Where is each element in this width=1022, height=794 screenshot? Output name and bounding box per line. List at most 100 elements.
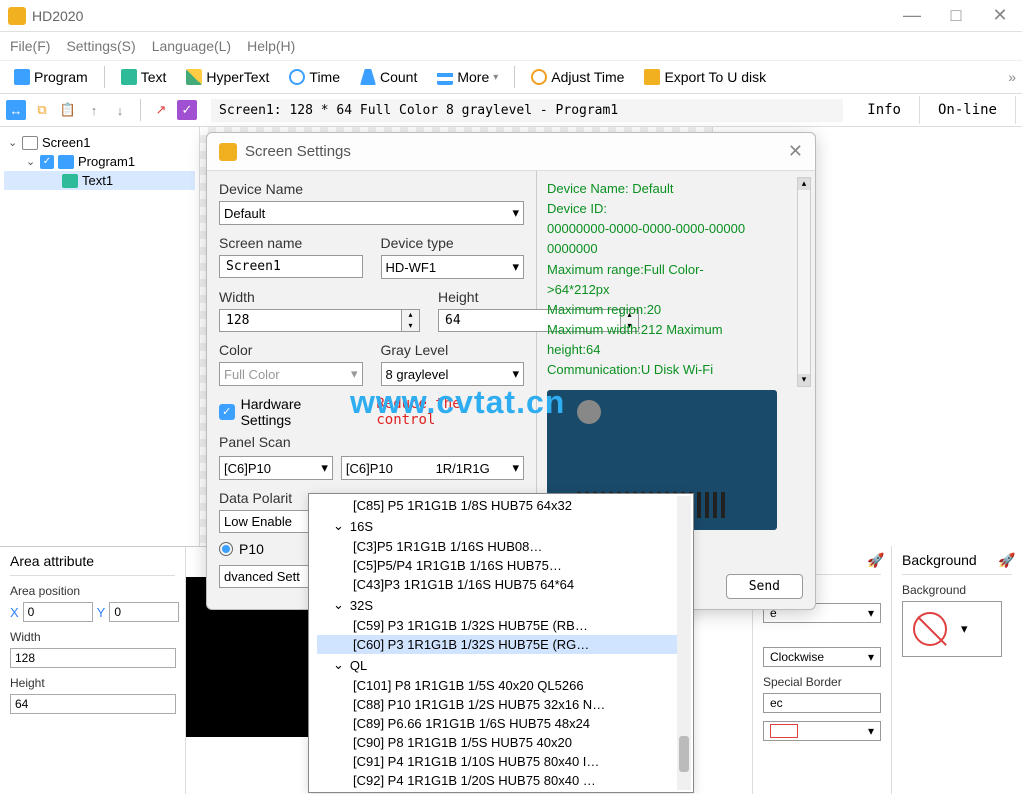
device-type-select[interactable]: HD-WF1▾ <box>381 255 525 279</box>
dd-group-ql[interactable]: ⌄QL <box>317 654 685 676</box>
dd-group-32s[interactable]: ⌄32S <box>317 594 685 616</box>
dd-item[interactable]: [C85] P5 1R1G1B 1/8S HUB75 64x32 <box>317 496 685 515</box>
tree-program[interactable]: ⌄ ✓ Program1 <box>4 152 195 171</box>
dd-item[interactable]: [C88] P10 1R1G1B 1/2S HUB75 32x16 N… <box>317 695 685 714</box>
menu-settings[interactable]: Settings(S) <box>66 38 135 54</box>
text-button[interactable]: Text <box>113 65 175 89</box>
close-button[interactable]: ✕ <box>986 5 1014 26</box>
area-attribute-title: Area attribute <box>10 553 94 569</box>
watermark: www.cvtat.cn <box>350 384 565 421</box>
dialog-close-button[interactable]: ✕ <box>788 141 803 162</box>
dd-item[interactable]: [C89] P6.66 1R1G1B 1/6S HUB75 48x24 <box>317 714 685 733</box>
dd-item[interactable]: [C91] P4 1R1G1B 1/10S HUB75 80x40 I… <box>317 752 685 771</box>
program-button[interactable]: Program <box>6 65 96 89</box>
dd-item[interactable]: [C93] P10 1R1G1B 1/4S HUB75 32x16 N… <box>317 790 685 793</box>
menu-help[interactable]: Help(H) <box>247 38 295 54</box>
screen-name-input[interactable] <box>219 255 363 278</box>
dd-item[interactable]: [C43]P3 1R1G1B 1/16S HUB75 64*64 <box>317 575 685 594</box>
tb2-exit[interactable]: ↗ <box>151 100 171 120</box>
chevron-down-icon[interactable]: ⌄ <box>26 155 36 168</box>
area-attribute-panel: Area attribute Area position X Y Width H… <box>0 547 186 794</box>
ec-select[interactable]: ec <box>763 693 881 713</box>
width-input[interactable] <box>10 648 176 668</box>
dd-item-selected[interactable]: [C60] P3 1R1G1B 1/32S HUB75E (RG… <box>317 635 685 654</box>
checkbox-icon[interactable]: ✓ <box>40 155 54 169</box>
device-name-label: Device Name <box>219 181 524 197</box>
dropdown-scrollbar[interactable] <box>677 496 691 790</box>
dd-item[interactable]: [C92] P4 1R1G1B 1/20S HUB75 80x40 … <box>317 771 685 790</box>
red-box-icon <box>770 724 798 738</box>
program-icon <box>14 69 30 85</box>
panel-scan-b-select[interactable]: [C6]P101R/1R1G▾ <box>341 456 524 480</box>
dd-group-16s[interactable]: ⌄16S <box>317 515 685 537</box>
send-button[interactable]: Send <box>726 574 803 599</box>
more-button[interactable]: More▾ <box>429 65 506 89</box>
dd-item[interactable]: [C90] P8 1R1G1B 1/5S HUB75 40x20 <box>317 733 685 752</box>
time-button[interactable]: Time <box>281 65 348 89</box>
dd-item[interactable]: [C5]P5/P4 1R1G1B 1/16S HUB75… <box>317 556 685 575</box>
app-title: HD2020 <box>32 8 898 24</box>
hardware-settings-label: Hardware Settings <box>241 396 353 428</box>
y-input[interactable] <box>109 602 179 622</box>
tb2-expand[interactable]: ↔ <box>6 100 26 120</box>
app-icon <box>8 7 26 25</box>
maximize-button[interactable]: □ <box>942 5 970 26</box>
program-icon <box>58 155 74 169</box>
dd-item[interactable]: [C3]P5 1R1G1B 1/16S HUB08… <box>317 537 685 556</box>
separator <box>140 99 141 121</box>
titlebar: HD2020 — □ ✕ <box>0 0 1022 32</box>
hypertext-button[interactable]: HyperText <box>178 65 277 89</box>
disk-icon <box>644 69 660 85</box>
count-button[interactable]: Count <box>352 65 425 89</box>
panel-scan-a-select[interactable]: [C6]P10▾ <box>219 456 333 480</box>
gray-label: Gray Level <box>381 342 525 358</box>
color-select[interactable]: Full Color▾ <box>219 362 363 386</box>
area-position-label: Area position <box>10 584 175 598</box>
clock-icon <box>289 69 305 85</box>
device-info-text: Device Name: Default Device ID: 00000000… <box>547 179 805 380</box>
gray-select[interactable]: 8 graylevel▾ <box>381 362 525 386</box>
panel-scan-dropdown[interactable]: [C85] P5 1R1G1B 1/8S HUB75 64x32 ⌄16S [C… <box>308 493 694 793</box>
rocket-icon[interactable]: 🚀 <box>867 552 881 566</box>
border-style-select[interactable]: ▾ <box>763 721 881 741</box>
no-background-icon[interactable] <box>913 612 947 646</box>
rocket-icon[interactable]: 🚀 <box>998 552 1012 566</box>
hardware-checkbox[interactable]: ✓ <box>219 404 235 420</box>
menu-file[interactable]: File(F) <box>10 38 50 54</box>
tab-info[interactable]: Info <box>849 96 920 124</box>
bg-dropdown-arrow[interactable]: ▾ <box>961 621 968 637</box>
chevron-down-icon: ⌄ <box>333 597 344 613</box>
adjust-time-button[interactable]: Adjust Time <box>523 65 632 89</box>
screen-info-bar: Screen1: 128 * 64 Full Color 8 graylevel… <box>211 99 843 122</box>
info-scrollbar[interactable]: ▴▾ <box>797 177 811 387</box>
screen-icon <box>22 136 38 150</box>
tb2-confirm[interactable]: ✓ <box>177 100 197 120</box>
toolbar-overflow[interactable]: » <box>1008 69 1016 85</box>
x-input[interactable] <box>23 602 93 622</box>
tab-online[interactable]: On-line <box>920 96 1016 124</box>
height-input[interactable] <box>10 694 176 714</box>
minimize-button[interactable]: — <box>898 5 926 26</box>
export-button[interactable]: Export To U disk <box>636 65 774 89</box>
toolbar: Program Text HyperText Time Count More▾ … <box>0 61 1022 94</box>
panel-scan-label: Panel Scan <box>219 434 524 450</box>
p10-label: P10 <box>239 541 264 557</box>
p10-radio[interactable] <box>219 542 233 556</box>
tree-screen[interactable]: ⌄ Screen1 <box>4 133 195 152</box>
more-icon <box>437 69 453 85</box>
tree-text[interactable]: Text1 <box>4 171 195 190</box>
tb2-copy[interactable]: ⧉ <box>32 100 52 120</box>
width-spinner[interactable]: ▴▾ <box>219 309 420 332</box>
clockwise-select[interactable]: Clockwise▾ <box>763 647 881 667</box>
hourglass-icon <box>360 69 376 85</box>
tb2-paste[interactable]: 📋 <box>58 100 78 120</box>
tb2-down[interactable]: ↓ <box>110 100 130 120</box>
menu-language[interactable]: Language(L) <box>152 38 231 54</box>
tb2-up[interactable]: ↑ <box>84 100 104 120</box>
dd-item[interactable]: [C101] P8 1R1G1B 1/5S 40x20 QL5266 <box>317 676 685 695</box>
toolbar-secondary: ↔ ⧉ 📋 ↑ ↓ ↗ ✓ Screen1: 128 * 64 Full Col… <box>0 94 1022 127</box>
dialog-icon <box>219 143 237 161</box>
dd-item[interactable]: [C59] P3 1R1G1B 1/32S HUB75E (RB… <box>317 616 685 635</box>
device-name-select[interactable]: Default▾ <box>219 201 524 225</box>
chevron-down-icon[interactable]: ⌄ <box>8 136 18 149</box>
